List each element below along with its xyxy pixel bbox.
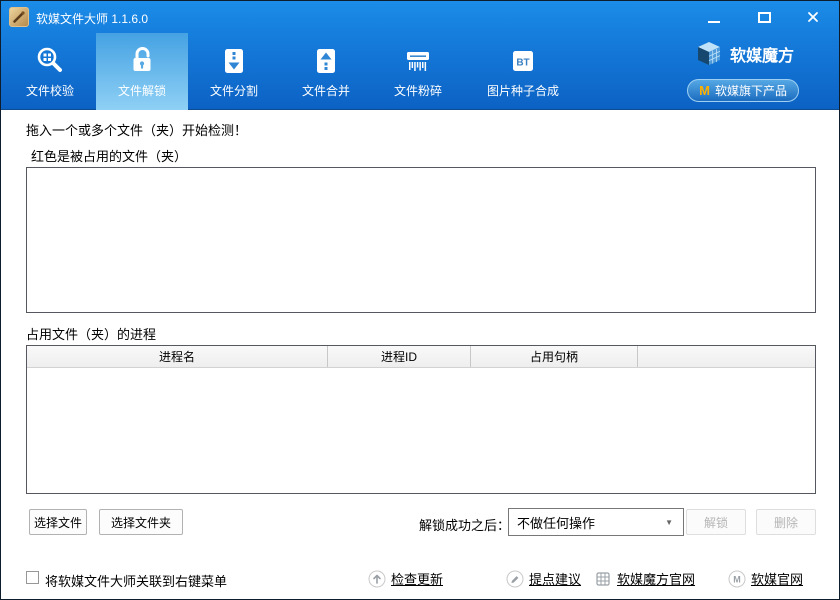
unlock-button[interactable]: 解锁 bbox=[686, 509, 746, 535]
delete-button[interactable]: 删除 bbox=[756, 509, 816, 535]
tab-image-torrent[interactable]: BT 图片种子合成 bbox=[464, 33, 582, 110]
tab-label: 文件校验 bbox=[26, 82, 74, 99]
process-table-body[interactable] bbox=[27, 368, 815, 493]
close-button[interactable] bbox=[798, 5, 828, 29]
after-unlock-dropdown[interactable]: 不做任何操作 ▼ bbox=[508, 508, 684, 536]
tab-label: 图片种子合成 bbox=[487, 82, 559, 99]
occupied-files-listbox[interactable] bbox=[26, 167, 816, 313]
tab-label: 文件分割 bbox=[210, 82, 258, 99]
svg-text:M: M bbox=[733, 574, 741, 584]
bt-icon: BT bbox=[506, 44, 540, 78]
minimize-icon bbox=[708, 21, 720, 23]
unlock-padlock-icon bbox=[125, 44, 159, 78]
tab-file-verify[interactable]: 文件校验 bbox=[4, 33, 96, 110]
link-label: 提点建议 bbox=[529, 569, 581, 588]
grid-icon bbox=[594, 570, 612, 588]
file-shred-icon bbox=[401, 44, 435, 78]
drop-hint-text: 拖入一个或多个文件（夹）开始检测！ bbox=[26, 120, 247, 139]
window-chrome: 软媒文件大师 1.1.6.0 bbox=[1, 1, 839, 110]
maximize-button[interactable] bbox=[749, 5, 779, 29]
brand-name: 软媒魔方 bbox=[730, 42, 794, 66]
tool-glyph-icon bbox=[11, 9, 27, 25]
tab-file-shred[interactable]: 文件粉碎 bbox=[372, 33, 464, 110]
column-header-empty[interactable] bbox=[638, 346, 815, 367]
process-table: 进程名 进程ID 占用句柄 bbox=[26, 345, 816, 494]
m-logo-icon: M bbox=[699, 83, 710, 98]
window-title: 软媒文件大师 1.1.6.0 bbox=[36, 10, 148, 27]
column-header-handle[interactable]: 占用句柄 bbox=[471, 346, 638, 367]
link-label: 软媒官网 bbox=[751, 569, 803, 588]
occupied-files-label: 红色是被占用的文件（夹） bbox=[31, 146, 187, 165]
ruanmei-products-button[interactable]: M 软媒旗下产品 bbox=[687, 79, 799, 102]
link-label: 检查更新 bbox=[391, 569, 443, 588]
check-update-link[interactable]: 检查更新 bbox=[368, 569, 443, 588]
pencil-icon bbox=[506, 570, 524, 588]
dropdown-selected-value: 不做任何操作 bbox=[517, 513, 595, 532]
products-button-label: 软媒旗下产品 bbox=[715, 82, 787, 99]
tab-label: 文件粉碎 bbox=[394, 82, 442, 99]
close-icon bbox=[806, 10, 820, 24]
toolbar-tabs: 文件校验 文件解锁 bbox=[4, 33, 582, 110]
suggestion-link[interactable]: 提点建议 bbox=[506, 569, 581, 588]
m-circle-icon: M bbox=[728, 570, 746, 588]
process-list-label: 占用文件（夹）的进程 bbox=[26, 324, 156, 343]
ruanmei-site-link[interactable]: M 软媒官网 bbox=[728, 569, 803, 588]
minimize-button[interactable] bbox=[699, 5, 729, 29]
tab-file-unlock[interactable]: 文件解锁 bbox=[96, 33, 188, 110]
app-window: 软媒文件大师 1.1.6.0 bbox=[0, 0, 840, 600]
maximize-icon bbox=[758, 12, 771, 23]
after-unlock-label: 解锁成功之后： bbox=[419, 515, 510, 534]
brand-logo: 软媒魔方 bbox=[696, 41, 794, 67]
tab-label: 文件合并 bbox=[302, 82, 350, 99]
context-menu-checkbox[interactable] bbox=[26, 571, 39, 584]
file-merge-icon bbox=[309, 44, 343, 78]
chevron-down-icon: ▼ bbox=[665, 518, 673, 527]
column-header-process-id[interactable]: 进程ID bbox=[328, 346, 471, 367]
tab-file-split[interactable]: 文件分割 bbox=[188, 33, 280, 110]
app-icon[interactable] bbox=[9, 7, 29, 27]
tab-label: 文件解锁 bbox=[118, 82, 166, 99]
select-folder-button[interactable]: 选择文件夹 bbox=[99, 509, 183, 535]
mofang-cube-icon bbox=[696, 41, 722, 67]
update-arrow-icon bbox=[368, 570, 386, 588]
file-split-icon bbox=[217, 44, 251, 78]
checksum-magnifier-icon bbox=[33, 44, 67, 78]
context-menu-checkbox-label: 将软媒文件大师关联到右键菜单 bbox=[45, 571, 227, 590]
column-header-process-name[interactable]: 进程名 bbox=[27, 346, 328, 367]
tab-file-merge[interactable]: 文件合并 bbox=[280, 33, 372, 110]
link-label: 软媒魔方官网 bbox=[617, 569, 695, 588]
select-file-button[interactable]: 选择文件 bbox=[29, 509, 87, 535]
svg-text:BT: BT bbox=[516, 58, 529, 69]
process-table-header: 进程名 进程ID 占用句柄 bbox=[27, 346, 815, 368]
mofang-site-link[interactable]: 软媒魔方官网 bbox=[594, 569, 695, 588]
